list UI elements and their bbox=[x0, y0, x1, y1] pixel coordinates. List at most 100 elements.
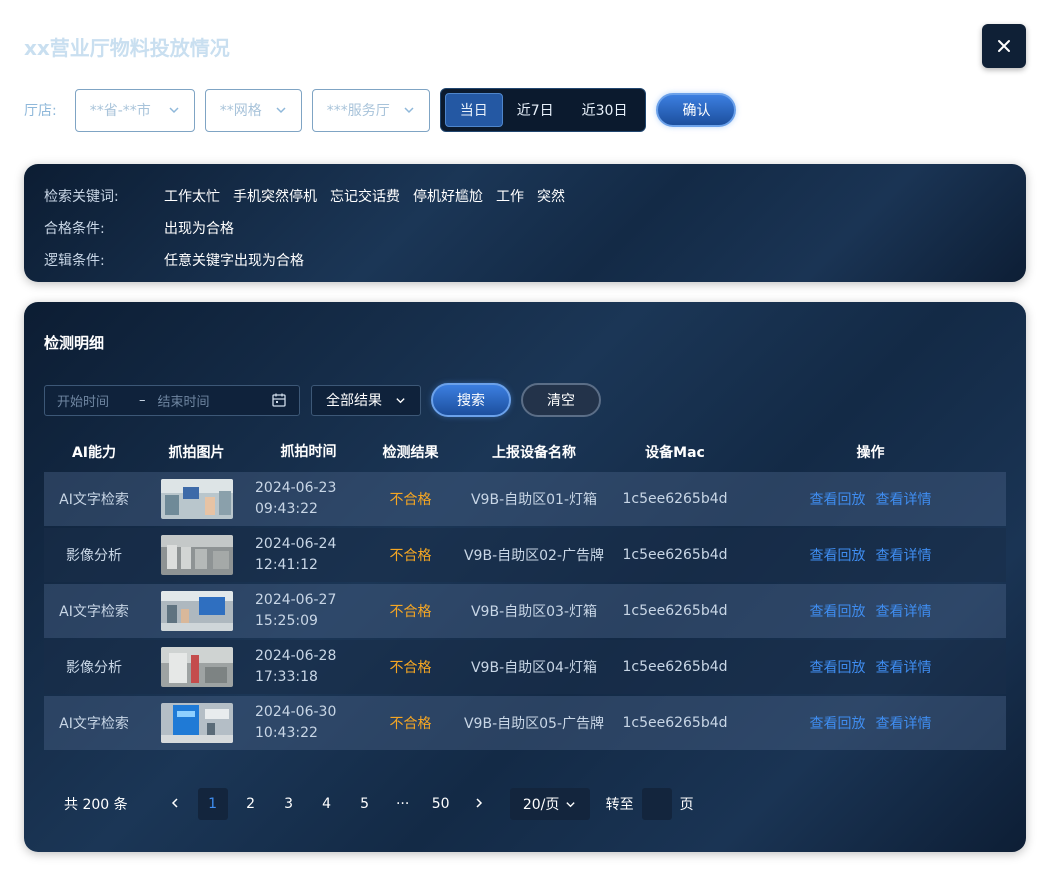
snapshot-thumbnail[interactable] bbox=[160, 647, 233, 687]
snapshot-thumbnail[interactable] bbox=[160, 703, 233, 743]
next-page-button[interactable] bbox=[460, 788, 498, 820]
filter-bar: 厅店: **省-**市 **网格 ***服务厅 当日 近7日 近30日 确认 bbox=[24, 88, 737, 132]
search-keywords-label: 检索关键词: bbox=[44, 189, 119, 205]
capture-time-cell: 2024-06-24 12:41:12 bbox=[249, 534, 368, 576]
range-7days[interactable]: 近7日 bbox=[503, 93, 568, 127]
view-playback-link[interactable]: 查看回放 bbox=[810, 716, 866, 732]
capture-time-cell: 2024-06-23 09:43:22 bbox=[249, 478, 368, 520]
capture-time-cell: 2024-06-27 15:25:09 bbox=[249, 590, 368, 632]
prev-page-button[interactable] bbox=[156, 788, 194, 820]
device-mac-cell: 1c5ee6265b4d bbox=[622, 547, 728, 563]
date-range-picker[interactable]: 开始时间 – 结束时间 bbox=[44, 384, 300, 416]
page-button-5[interactable]: 5 bbox=[346, 788, 384, 820]
end-time-input[interactable]: 结束时间 bbox=[158, 391, 210, 410]
actions-cell: 查看回放 查看详情 bbox=[735, 713, 1006, 733]
keyword-tag: 手机突然停机 bbox=[233, 189, 317, 205]
result-cell: 不合格 bbox=[389, 716, 432, 732]
view-details-link[interactable]: 查看详情 bbox=[876, 716, 932, 732]
table-row: 影像分析 2024-06-24 12:41:12 不合格 V9B-自助区02-广告… bbox=[44, 528, 1006, 582]
detection-table: AI能力 抓拍图片 抓拍时间 检测结果 上报设备名称 设备Mac 操作 AI文字… bbox=[44, 432, 1006, 752]
view-playback-link[interactable]: 查看回放 bbox=[810, 492, 866, 508]
confirm-button[interactable]: 确认 bbox=[656, 93, 737, 127]
view-playback-link[interactable]: 查看回放 bbox=[810, 548, 866, 564]
logic-row: 逻辑条件: 任意关键字出现为合格 bbox=[44, 250, 304, 270]
view-details-link[interactable]: 查看详情 bbox=[876, 604, 932, 620]
view-details-link[interactable]: 查看详情 bbox=[876, 660, 932, 676]
ai-ability-cell: 影像分析 bbox=[66, 660, 122, 676]
chevron-left-icon bbox=[171, 798, 178, 808]
grid-select-value: **网格 bbox=[219, 103, 262, 119]
col-ai-ability: AI能力 bbox=[71, 445, 117, 461]
result-filter-value: 全部结果 bbox=[326, 393, 382, 409]
province-select[interactable]: **省-**市 bbox=[74, 88, 195, 132]
snapshot-thumbnail[interactable] bbox=[160, 535, 233, 575]
page-size-value: 20/页 bbox=[522, 797, 560, 813]
page-button-1[interactable]: 1 bbox=[197, 788, 228, 820]
logic-label: 逻辑条件: bbox=[44, 253, 105, 269]
page-ellipsis[interactable]: ··· bbox=[384, 788, 422, 820]
page-button-2[interactable]: 2 bbox=[232, 788, 270, 820]
device-name-cell: V9B-自助区04-灯箱 bbox=[470, 660, 597, 676]
col-capture-time: 抓拍时间 bbox=[280, 443, 337, 460]
keyword-panel: 检索关键词: 工作太忙 手机突然停机 忘记交话费 停机好尴尬 工作 突然 合格条… bbox=[24, 164, 1026, 282]
clear-button[interactable]: 清空 bbox=[521, 383, 601, 417]
keyword-tag: 停机好尴尬 bbox=[413, 189, 483, 205]
col-actions: 操作 bbox=[856, 445, 885, 461]
capture-date: 2024-06-24 bbox=[255, 536, 337, 552]
capture-date: 2024-06-27 bbox=[255, 592, 337, 608]
detail-panel: 检测明细 开始时间 – 结束时间 全部结果 搜索 清空 AI能力 抓拍图片 抓拍… bbox=[24, 302, 1026, 852]
grid-select[interactable]: **网格 bbox=[204, 88, 302, 132]
capture-time-cell: 2024-06-30 10:43:22 bbox=[249, 702, 368, 744]
page-button-3[interactable]: 3 bbox=[270, 788, 308, 820]
close-button[interactable] bbox=[982, 24, 1026, 68]
date-range-toggle: 当日 近7日 近30日 bbox=[439, 88, 647, 132]
table-row: AI文字检索 2024-06-23 09:43:22 不合格 V9B-自助区01-… bbox=[44, 472, 1006, 526]
chevron-down-icon bbox=[276, 107, 286, 114]
range-today[interactable]: 当日 bbox=[444, 93, 503, 127]
actions-cell: 查看回放 查看详情 bbox=[735, 545, 1006, 565]
page-button-50[interactable]: 50 bbox=[422, 788, 460, 820]
device-name-cell: V9B-自助区03-灯箱 bbox=[470, 604, 597, 620]
snapshot-thumbnail[interactable] bbox=[160, 479, 233, 519]
ai-ability-cell: 影像分析 bbox=[66, 548, 122, 564]
close-icon bbox=[998, 40, 1010, 52]
capture-date: 2024-06-30 bbox=[255, 704, 337, 720]
table-row: AI文字检索 2024-06-30 10:43:22 不合格 V9B-自助区05-… bbox=[44, 696, 1006, 750]
capture-clock: 17:33:18 bbox=[255, 669, 318, 685]
actions-cell: 查看回放 查看详情 bbox=[735, 657, 1006, 677]
view-details-link[interactable]: 查看详情 bbox=[876, 492, 932, 508]
ai-ability-cell: AI文字检索 bbox=[59, 716, 129, 732]
search-keywords-list: 工作太忙 手机突然停机 忘记交话费 停机好尴尬 工作 突然 bbox=[164, 186, 578, 206]
page-unit-label: 页 bbox=[679, 797, 694, 813]
range-30days[interactable]: 近30日 bbox=[568, 93, 642, 127]
search-bar: 开始时间 – 结束时间 全部结果 搜索 清空 bbox=[44, 383, 601, 417]
page-button-4[interactable]: 4 bbox=[308, 788, 346, 820]
view-details-link[interactable]: 查看详情 bbox=[876, 548, 932, 564]
result-filter-select[interactable]: 全部结果 bbox=[311, 384, 421, 416]
snapshot-thumbnail[interactable] bbox=[160, 591, 233, 631]
capture-clock: 12:41:12 bbox=[255, 557, 318, 573]
goto-page-input[interactable] bbox=[641, 788, 672, 820]
view-playback-link[interactable]: 查看回放 bbox=[810, 604, 866, 620]
chevron-down-icon bbox=[404, 107, 414, 114]
start-time-input[interactable]: 开始时间 bbox=[57, 391, 109, 410]
qualify-row: 合格条件: 出现为合格 bbox=[44, 218, 234, 238]
page-size-select[interactable]: 20/页 bbox=[509, 788, 590, 820]
keyword-tag: 工作 bbox=[496, 189, 524, 205]
actions-cell: 查看回放 查看详情 bbox=[735, 601, 1006, 621]
calendar-icon[interactable] bbox=[271, 392, 287, 408]
device-mac-cell: 1c5ee6265b4d bbox=[622, 659, 728, 675]
device-name-cell: V9B-自助区02-广告牌 bbox=[463, 548, 604, 564]
search-keywords-row: 检索关键词: 工作太忙 手机突然停机 忘记交话费 停机好尴尬 工作 突然 bbox=[44, 186, 578, 206]
hall-select[interactable]: ***服务厅 bbox=[311, 88, 430, 132]
chevron-right-icon bbox=[476, 798, 482, 808]
view-playback-link[interactable]: 查看回放 bbox=[810, 660, 866, 676]
capture-clock: 09:43:22 bbox=[255, 501, 318, 517]
keyword-tag: 工作太忙 bbox=[164, 189, 220, 205]
page-title: xx营业厅物料投放情况 bbox=[24, 36, 230, 60]
capture-date: 2024-06-23 bbox=[255, 480, 337, 496]
total-count: 共 200 条 bbox=[64, 797, 128, 813]
search-button[interactable]: 搜索 bbox=[431, 383, 511, 417]
device-name-cell: V9B-自助区05-广告牌 bbox=[463, 716, 604, 732]
pagination: 共 200 条 1 2 3 4 5 ··· 50 20/页 转至 页 bbox=[64, 788, 694, 820]
